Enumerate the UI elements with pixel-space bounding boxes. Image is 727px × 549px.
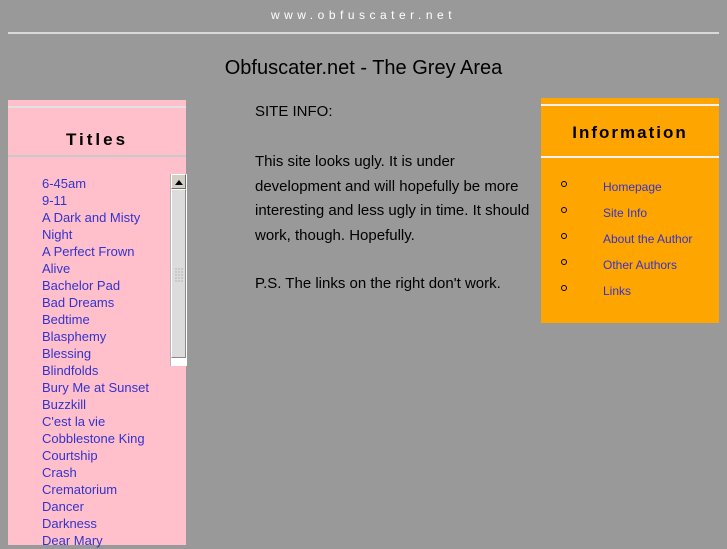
info-link-homepage[interactable]: Homepage [603, 180, 662, 194]
titles-panel-heading: Titles [65, 130, 129, 149]
list-item[interactable]: Dear Mary [42, 532, 172, 549]
circle-outline-icon [561, 207, 567, 213]
list-item[interactable]: Crematorium [42, 481, 172, 498]
title-link[interactable]: Bad Dreams [42, 294, 172, 311]
list-item[interactable]: About the Author [561, 230, 711, 246]
title-link[interactable]: Darkness [42, 515, 172, 532]
circle-outline-icon [561, 233, 567, 239]
title-link[interactable]: Crematorium [42, 481, 172, 498]
list-item[interactable]: A Dark and Misty Night [42, 209, 172, 243]
title-link[interactable]: Blindfolds [42, 362, 172, 379]
site-url-text: www.obfuscater.net [270, 8, 457, 22]
title-link[interactable]: A Perfect Frown [42, 243, 172, 260]
title-link[interactable]: Dear Mary [42, 532, 172, 549]
list-item[interactable]: Blasphemy [42, 328, 172, 345]
titles-panel: Titles 6-45am 9-11 A Dark and Misty Nigh… [8, 100, 186, 548]
circle-outline-icon [561, 285, 567, 291]
site-info-postscript: P.S. The links on the right don't work. [255, 275, 501, 292]
list-item[interactable]: Courtship [42, 447, 172, 464]
site-info-label: SITE INFO: [255, 103, 333, 120]
list-item[interactable]: Blessing [42, 345, 172, 362]
info-link-other-authors[interactable]: Other Authors [603, 258, 677, 272]
title-link[interactable]: Courtship [42, 447, 172, 464]
list-item[interactable]: Bachelor Pad [42, 277, 172, 294]
site-info-body: This site looks ugly. It is under develo… [255, 153, 530, 244]
title-link[interactable]: 6-45am [42, 175, 172, 192]
info-links-list: Homepage Site Info About the Author Othe… [561, 178, 711, 308]
list-item[interactable]: Alive [42, 260, 172, 277]
list-item[interactable]: 9-11 [42, 192, 172, 209]
info-link-about-the-author[interactable]: About the Author [603, 232, 692, 246]
list-item[interactable]: Cobblestone King [42, 430, 172, 447]
title-link[interactable]: Blessing [42, 345, 172, 362]
title-link[interactable]: Buzzkill [42, 396, 172, 413]
title-link[interactable]: Blasphemy [42, 328, 172, 345]
title-link[interactable]: Alive [42, 260, 172, 277]
list-item[interactable]: Bedtime [42, 311, 172, 328]
grip-dots-icon [175, 268, 184, 282]
title-link[interactable]: C'est la vie [42, 413, 172, 430]
list-item[interactable]: 6-45am [42, 175, 172, 192]
main-content: SITE INFO: This site looks ugly. It is u… [255, 102, 535, 297]
list-item[interactable]: Crash [42, 464, 172, 481]
info-panel-header-divider [541, 156, 719, 158]
information-panel: Information Homepage Site Info About the… [541, 98, 719, 323]
titles-panel-header-divider [8, 155, 186, 157]
info-panel-top-divider [541, 104, 719, 106]
list-item[interactable]: Other Authors [561, 256, 711, 272]
titles-list-scrollbar[interactable] [170, 174, 187, 366]
triangle-up-icon [175, 180, 183, 185]
list-item[interactable]: Homepage [561, 178, 711, 194]
title-link[interactable]: 9-11 [42, 192, 172, 209]
page-title: Obfuscater.net - The Grey Area [224, 57, 503, 79]
list-item[interactable]: C'est la vie [42, 413, 172, 430]
title-link[interactable]: Bachelor Pad [42, 277, 172, 294]
title-link[interactable]: Bedtime [42, 311, 172, 328]
list-item[interactable]: Bad Dreams [42, 294, 172, 311]
list-item[interactable]: Buzzkill [42, 396, 172, 413]
title-link[interactable]: Crash [42, 464, 172, 481]
header-divider [8, 32, 719, 34]
title-link[interactable]: A Dark and Misty Night [42, 209, 172, 243]
top-banner: www.obfuscater.net [0, 0, 727, 34]
info-link-site-info[interactable]: Site Info [603, 206, 647, 220]
list-item[interactable]: Dancer [42, 498, 172, 515]
info-link-links[interactable]: Links [603, 284, 631, 298]
circle-outline-icon [561, 259, 567, 265]
info-panel-heading: Information [572, 123, 688, 142]
scrollbar-track[interactable] [171, 189, 186, 366]
list-item[interactable]: Links [561, 282, 711, 298]
titles-list: 6-45am 9-11 A Dark and Misty Night A Per… [42, 175, 172, 549]
title-link[interactable]: Cobblestone King [42, 430, 172, 447]
circle-outline-icon [561, 181, 567, 187]
list-item[interactable]: Darkness [42, 515, 172, 532]
list-item[interactable]: Bury Me at Sunset [42, 379, 172, 396]
title-link[interactable]: Bury Me at Sunset [42, 379, 172, 396]
list-item[interactable]: A Perfect Frown [42, 243, 172, 260]
titles-panel-header: Titles [8, 108, 186, 155]
scroll-up-button[interactable] [171, 174, 186, 189]
list-item[interactable]: Site Info [561, 204, 711, 220]
title-link[interactable]: Dancer [42, 498, 172, 515]
list-item[interactable]: Blindfolds [42, 362, 172, 379]
scrollbar-thumb[interactable] [171, 189, 186, 358]
